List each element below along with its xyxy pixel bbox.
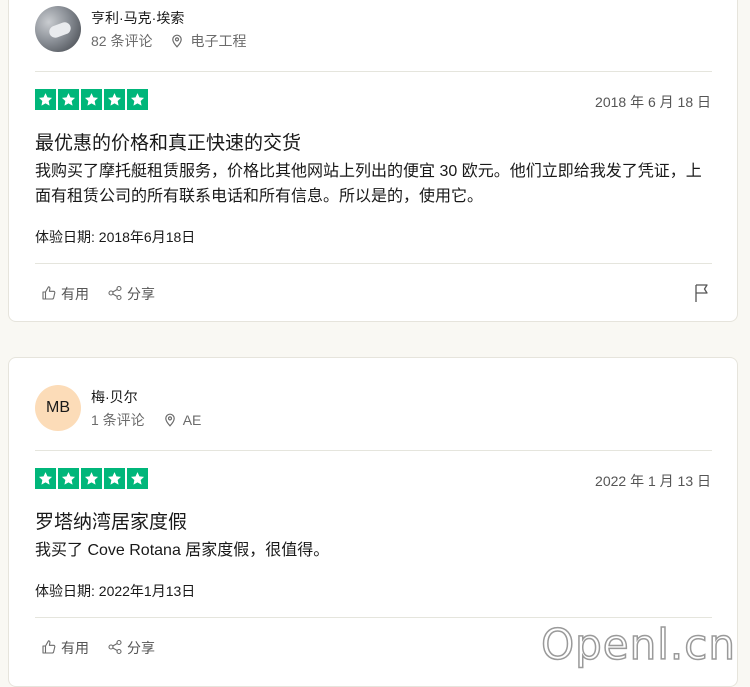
star-rating <box>35 468 148 489</box>
review-actions: 有用 分享 <box>41 638 155 658</box>
reviewer-name[interactable]: 梅·贝尔 <box>91 387 138 407</box>
experience-date: 体验日期: 2018年6月18日 <box>35 229 196 245</box>
share-button[interactable]: 分享 <box>107 284 155 304</box>
reviewer-location: AE <box>182 412 202 428</box>
divider <box>35 263 712 264</box>
thumbs-up-icon <box>41 285 57 304</box>
star-icon <box>58 89 79 110</box>
review-count: 1 条评论 <box>91 412 145 428</box>
star-icon <box>104 89 125 110</box>
location-pin-icon <box>163 413 177 427</box>
watermark: Openl.cn <box>540 619 736 670</box>
star-icon <box>81 89 102 110</box>
divider <box>35 617 712 618</box>
flag-icon[interactable] <box>693 283 711 308</box>
helpful-label: 有用 <box>61 286 89 302</box>
star-icon <box>81 468 102 489</box>
avatar[interactable] <box>35 6 81 52</box>
helpful-button[interactable]: 有用 <box>41 638 89 658</box>
star-icon <box>35 89 56 110</box>
reviewer-name[interactable]: 亨利·马克·埃索 <box>91 8 184 28</box>
divider <box>35 450 712 451</box>
review-body: 我购买了摩托艇租赁服务，价格比其他网站上列出的便宜 30 欧元。他们立即给我发了… <box>35 163 702 205</box>
review-card: 亨利·马克·埃索 82 条评论 电子工程 2018 年 6 月 18 日 最优惠… <box>8 0 738 322</box>
review-count: 82 条评论 <box>91 33 153 49</box>
share-icon <box>107 639 123 658</box>
star-icon <box>104 468 125 489</box>
star-icon <box>127 89 148 110</box>
review-title[interactable]: 最优惠的价格和真正快速的交货 <box>35 128 301 155</box>
star-icon <box>35 468 56 489</box>
star-rating <box>35 89 148 110</box>
share-label: 分享 <box>127 640 155 656</box>
review-date: 2018 年 6 月 18 日 <box>595 94 711 110</box>
divider <box>35 71 712 72</box>
review-title[interactable]: 罗塔纳湾居家度假 <box>35 507 187 534</box>
star-icon <box>58 468 79 489</box>
review-body: 我买了 Cove Rotana 居家度假，很值得。 <box>35 542 330 559</box>
review-actions: 有用 分享 <box>41 284 155 304</box>
avatar[interactable]: MB <box>35 385 81 431</box>
reviewer-location: 电子工程 <box>190 33 247 49</box>
helpful-button[interactable]: 有用 <box>41 284 89 304</box>
share-icon <box>107 285 123 304</box>
reviewer-meta: 1 条评论 AE <box>91 410 201 430</box>
reviewer-meta: 82 条评论 电子工程 <box>91 31 246 51</box>
experience-date: 体验日期: 2022年1月13日 <box>35 583 196 599</box>
review-date: 2022 年 1 月 13 日 <box>595 473 711 489</box>
location-pin-icon <box>170 34 184 48</box>
share-button[interactable]: 分享 <box>107 638 155 658</box>
star-icon <box>127 468 148 489</box>
helpful-label: 有用 <box>61 640 89 656</box>
thumbs-up-icon <box>41 639 57 658</box>
share-label: 分享 <box>127 286 155 302</box>
